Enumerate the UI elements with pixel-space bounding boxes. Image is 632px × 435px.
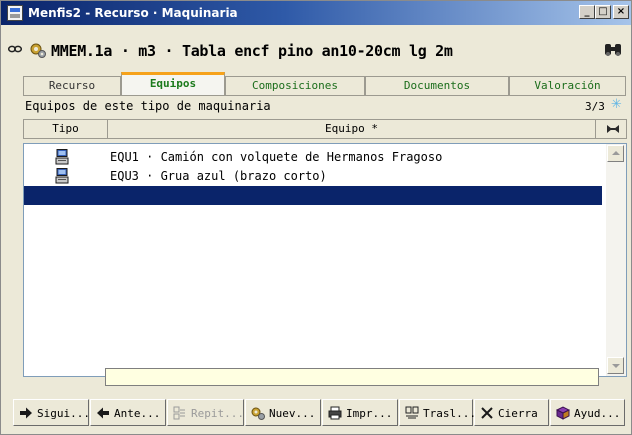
new-button[interactable]: Nuev... xyxy=(245,399,321,426)
column-header-equipo[interactable]: Equipo * xyxy=(108,120,596,138)
transfer-button[interactable]: Trasl... xyxy=(399,399,476,426)
computer-icon xyxy=(55,168,69,184)
gears-new-icon xyxy=(251,407,265,420)
scroll-down-button[interactable] xyxy=(607,357,624,374)
tab-composiciones[interactable]: Composiciones xyxy=(225,76,365,95)
print-button[interactable]: Impr... xyxy=(322,399,398,426)
binoculars-icon[interactable] xyxy=(603,41,623,59)
record-header: MMEM.1a · m3 · Tabla encf pino an10-20cm… xyxy=(1,37,631,65)
close-x-icon xyxy=(481,407,493,419)
title-bar[interactable]: Menfis2 - Recurso · Maquinaria _ □ × xyxy=(1,1,631,25)
help-button[interactable]: Ayud... xyxy=(550,399,625,426)
table-row[interactable]: EQU3 · Grua azul (brazo corto) xyxy=(24,167,602,186)
repeat-icon xyxy=(173,406,185,420)
help-book-icon xyxy=(556,406,570,420)
app-window: Menfis2 - Recurso · Maquinaria _ □ × MME… xyxy=(0,0,632,435)
tab-recurso[interactable]: Recurso xyxy=(23,76,121,95)
tab-divider xyxy=(23,95,626,96)
printer-icon xyxy=(328,406,342,420)
panel-title: Equipos de este tipo de maquinaria xyxy=(25,99,271,113)
previous-button[interactable]: Ante... xyxy=(90,399,166,426)
bottom-toolbar: Sigui... Ante... Repit... Nuev... Impr..… xyxy=(13,399,625,427)
transfer-icon xyxy=(405,406,419,419)
record-counter: 3/3 xyxy=(585,100,605,113)
equipo-cell: EQU3 · Grua azul (brazo corto) xyxy=(110,169,327,183)
computer-icon xyxy=(55,149,69,165)
window-title: Menfis2 - Recurso · Maquinaria xyxy=(28,6,238,20)
table-row[interactable]: EQU1 · Camión con volquete de Hermanos F… xyxy=(24,148,602,167)
tab-equipos[interactable]: Equipos xyxy=(121,72,225,95)
gears-icon xyxy=(30,43,46,58)
edit-field[interactable] xyxy=(105,368,599,386)
close-button[interactable]: × xyxy=(613,5,629,19)
repeat-button[interactable]: Repit... xyxy=(167,399,244,426)
tab-documentos[interactable]: Documentos xyxy=(365,76,509,95)
arrow-left-icon xyxy=(97,407,109,419)
column-header-tipo[interactable]: Tipo xyxy=(24,120,108,138)
refresh-snowflake-icon[interactable]: ✳ xyxy=(611,98,622,112)
next-button[interactable]: Sigui... xyxy=(13,399,90,426)
equipo-cell: EQU1 · Camión con volquete de Hermanos F… xyxy=(110,150,443,164)
maximize-button[interactable]: □ xyxy=(595,5,611,19)
app-icon xyxy=(7,5,23,21)
equipment-list[interactable]: EQU1 · Camión con volquete de Hermanos F… xyxy=(23,143,627,377)
minimize-button[interactable]: _ xyxy=(579,5,595,19)
column-tools-icon[interactable] xyxy=(606,123,620,135)
table-row-selected[interactable] xyxy=(24,186,602,205)
tab-valoracion[interactable]: Valoración xyxy=(509,76,626,95)
arrow-right-icon xyxy=(20,407,32,419)
scroll-up-button[interactable] xyxy=(607,145,624,162)
link-icon[interactable] xyxy=(8,44,22,54)
vertical-scrollbar[interactable] xyxy=(606,144,626,376)
tab-strip: Recurso Equipos Composiciones Documentos… xyxy=(23,72,626,95)
grid-header: Tipo Equipo * xyxy=(23,119,627,139)
close-form-button[interactable]: Cierra xyxy=(474,399,549,426)
record-title: MMEM.1a · m3 · Tabla encf pino an10-20cm… xyxy=(51,42,453,60)
